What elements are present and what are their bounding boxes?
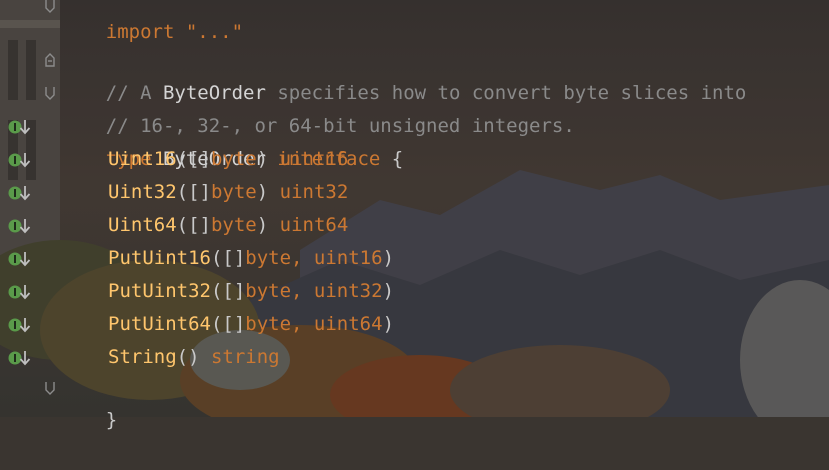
method-param-type-2: uint16 [302, 247, 383, 269]
method-open-paren: ([] [176, 148, 211, 170]
implemented-by-icon[interactable] [8, 249, 38, 269]
code-line-method[interactable]: PutUint16([]byte, uint16) [108, 242, 394, 275]
method-open-paren: () [176, 346, 200, 368]
method-name: Uint16 [108, 148, 177, 170]
implemented-by-icon[interactable] [8, 315, 38, 335]
fold-start-icon[interactable] [44, 52, 56, 68]
method-name: PutUint16 [108, 247, 211, 269]
method-open-paren: ([] [210, 247, 246, 269]
method-close-paren: ) [256, 214, 269, 236]
fold-end-icon[interactable] [44, 0, 56, 14]
code-line-close-brace[interactable]: } [60, 371, 117, 431]
method-open-paren: ([] [176, 181, 211, 203]
code-editor[interactable]: import "..." // A ByteOrder specifies ho… [0, 0, 829, 431]
implemented-by-icon[interactable] [8, 216, 38, 236]
code-line-method[interactable]: PutUint32([]byte, uint32) [108, 275, 394, 308]
implemented-by-icon[interactable] [8, 183, 38, 203]
method-param-type-2: uint32 [302, 280, 383, 302]
method-param-type: byte, [245, 280, 303, 302]
code-line-comment-1[interactable]: // A ByteOrder specifies how to convert … [60, 44, 747, 104]
method-open-paren: ([] [176, 214, 211, 236]
method-return-type: uint16 [279, 148, 349, 170]
method-open-paren: ([] [210, 313, 246, 335]
code-line-comment-2[interactable]: // 16-, 32-, or 64-bit unsigned integers… [60, 77, 575, 137]
method-param-type: byte, [245, 247, 303, 269]
close-brace: } [105, 409, 118, 431]
code-line-import[interactable]: import "..." [60, 0, 243, 43]
method-open-paren: ([] [210, 280, 246, 302]
implemented-by-icon[interactable] [8, 150, 38, 170]
code-line-method[interactable]: Uint64([]byte) uint64 [108, 209, 348, 242]
implemented-by-icon[interactable] [8, 282, 38, 302]
method-close-paren: ) [256, 181, 269, 203]
open-brace: { [391, 148, 404, 170]
method-param-type: byte [210, 214, 257, 236]
method-param-type: byte [210, 148, 257, 170]
method-return-type: string [210, 346, 280, 368]
implemented-by-icon[interactable] [8, 348, 38, 368]
method-close-paren: ) [256, 148, 269, 170]
method-return-type: uint64 [279, 214, 349, 236]
method-param-type: byte [210, 181, 257, 203]
method-name: PutUint64 [108, 313, 211, 335]
method-return-type: uint32 [279, 181, 349, 203]
fold-end-icon[interactable] [44, 380, 56, 396]
method-name: Uint32 [108, 181, 177, 203]
code-line-method[interactable]: Uint32([]byte) uint32 [108, 176, 348, 209]
method-name: Uint64 [108, 214, 177, 236]
method-param-type-2: uint64 [302, 313, 383, 335]
implemented-by-icon[interactable] [8, 117, 38, 137]
method-name: String [108, 346, 177, 368]
method-close-paren: ) [382, 280, 395, 302]
code-line-method[interactable]: String() string [108, 341, 280, 374]
import-fragment: import "..." [105, 21, 244, 43]
method-name: PutUint32 [108, 280, 211, 302]
code-line-method[interactable]: PutUint64([]byte, uint64) [108, 308, 394, 341]
method-close-paren: ) [382, 247, 395, 269]
method-close-paren: ) [382, 313, 395, 335]
fold-end-icon[interactable] [44, 85, 56, 101]
code-line-method[interactable]: Uint16([]byte) uint16 [108, 143, 348, 176]
method-param-type: byte, [245, 313, 303, 335]
code-line-type-decl[interactable]: type ByteOrder interface { [60, 110, 403, 170]
